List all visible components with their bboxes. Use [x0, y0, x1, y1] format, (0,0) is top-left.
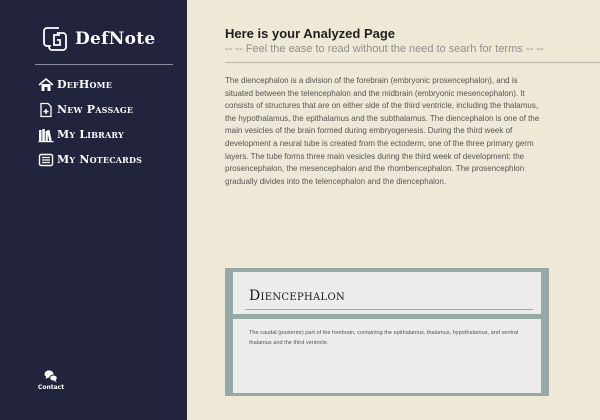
app-name: DefNote [75, 29, 156, 49]
library-icon [38, 127, 54, 143]
analyzed-passage: The diencephalon is a division of the fo… [225, 76, 540, 186]
definition-card-body: The caudal (posterior) part of the foreb… [233, 319, 541, 393]
app-logo[interactable]: DefNote [40, 24, 156, 54]
definition-term: Diencephalon [249, 288, 346, 304]
header-divider [225, 62, 600, 63]
defnote-logo-icon [40, 24, 70, 54]
definition-card-divider [245, 309, 533, 310]
notecards-icon [38, 152, 54, 168]
nav-item-new-passage[interactable]: New Passage [38, 97, 142, 122]
page-subtitle: -- -- Feel the ease to read without the … [225, 43, 544, 55]
nav-label: My Notecards [57, 153, 143, 166]
sidebar: DefNote DefHome New Passage My Library M… [0, 0, 187, 420]
sidebar-divider [35, 64, 173, 65]
home-icon [38, 77, 54, 93]
page-title: Here is your Analyzed Page [225, 26, 396, 41]
definition-card-header: Diencephalon [233, 272, 541, 314]
chat-icon [44, 368, 58, 383]
nav-label: New Passage [57, 103, 134, 116]
nav-item-my-library[interactable]: My Library [38, 122, 142, 147]
definition-card: Diencephalon The caudal (posterior) part… [225, 268, 549, 396]
nav-item-my-notecards[interactable]: My Notecards [38, 147, 142, 172]
contact-label: Contact [37, 384, 65, 391]
main-content: Here is your Analyzed Page -- -- Feel th… [187, 0, 600, 420]
nav-label: My Library [57, 128, 124, 141]
new-passage-icon [38, 102, 54, 118]
nav-item-defhome[interactable]: DefHome [38, 72, 142, 97]
definition-text: The caudal (posterior) part of the foreb… [249, 330, 519, 346]
sidebar-nav: DefHome New Passage My Library My Noteca… [38, 72, 142, 172]
nav-label: DefHome [57, 78, 113, 91]
contact-button[interactable]: Contact [36, 368, 66, 391]
